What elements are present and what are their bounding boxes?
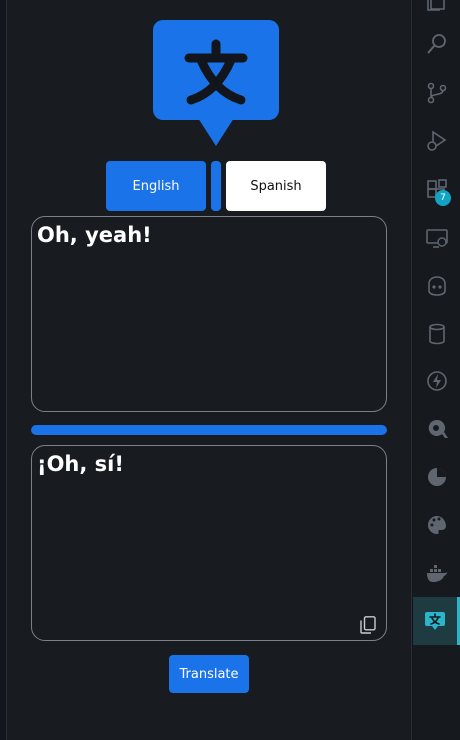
activity-thunder-client-item[interactable] xyxy=(413,357,460,405)
progress-fill xyxy=(31,425,387,435)
activity-translate-item[interactable] xyxy=(413,597,460,645)
swap-languages-button[interactable] xyxy=(211,161,221,211)
activity-remote-explorer-item[interactable] xyxy=(413,214,460,262)
translation-progress-bar xyxy=(31,425,387,435)
source-control-icon xyxy=(427,82,446,104)
language-switch: English Spanish xyxy=(106,161,326,211)
activity-extensions-item[interactable]: 7 xyxy=(413,166,460,214)
remote-explorer-icon xyxy=(425,229,448,248)
source-language-button[interactable]: English xyxy=(106,161,206,211)
activity-docker-item[interactable] xyxy=(413,549,460,597)
database-icon xyxy=(428,323,445,345)
activity-source-control-item[interactable] xyxy=(413,69,460,117)
target-language-button[interactable]: Spanish xyxy=(226,161,326,211)
activity-palette-item[interactable] xyxy=(413,501,460,549)
source-text-area[interactable]: Oh, yeah! xyxy=(31,216,387,412)
activity-pie-chart-item[interactable] xyxy=(413,453,460,501)
extensions-badge: 7 xyxy=(435,190,451,206)
target-text: ¡Oh, sí! xyxy=(37,452,124,476)
translate-icon xyxy=(425,612,445,630)
activity-github-copilot-item[interactable] xyxy=(413,262,460,310)
github-copilot-icon xyxy=(427,276,446,296)
source-text: Oh, yeah! xyxy=(37,223,152,247)
target-text-area[interactable]: ¡Oh, sí! xyxy=(31,445,387,641)
activity-quokka-item[interactable] xyxy=(413,405,460,453)
copy-icon[interactable] xyxy=(360,616,376,634)
translate-button[interactable]: Translate xyxy=(169,655,249,693)
activity-database-item[interactable] xyxy=(413,310,460,358)
docker-icon xyxy=(426,565,447,582)
pie-chart-icon xyxy=(427,468,446,486)
thunder-client-icon xyxy=(426,371,447,391)
translate-logo-icon xyxy=(153,20,279,146)
quokka-icon xyxy=(428,419,448,438)
palette-icon xyxy=(427,516,446,534)
search-icon xyxy=(426,34,446,54)
activity-bar: 7 xyxy=(413,0,460,740)
explorer-icon xyxy=(426,0,445,11)
run-debug-icon xyxy=(426,130,446,151)
activity-search-item[interactable] xyxy=(413,20,460,68)
activity-run-debug-item[interactable] xyxy=(413,117,460,165)
